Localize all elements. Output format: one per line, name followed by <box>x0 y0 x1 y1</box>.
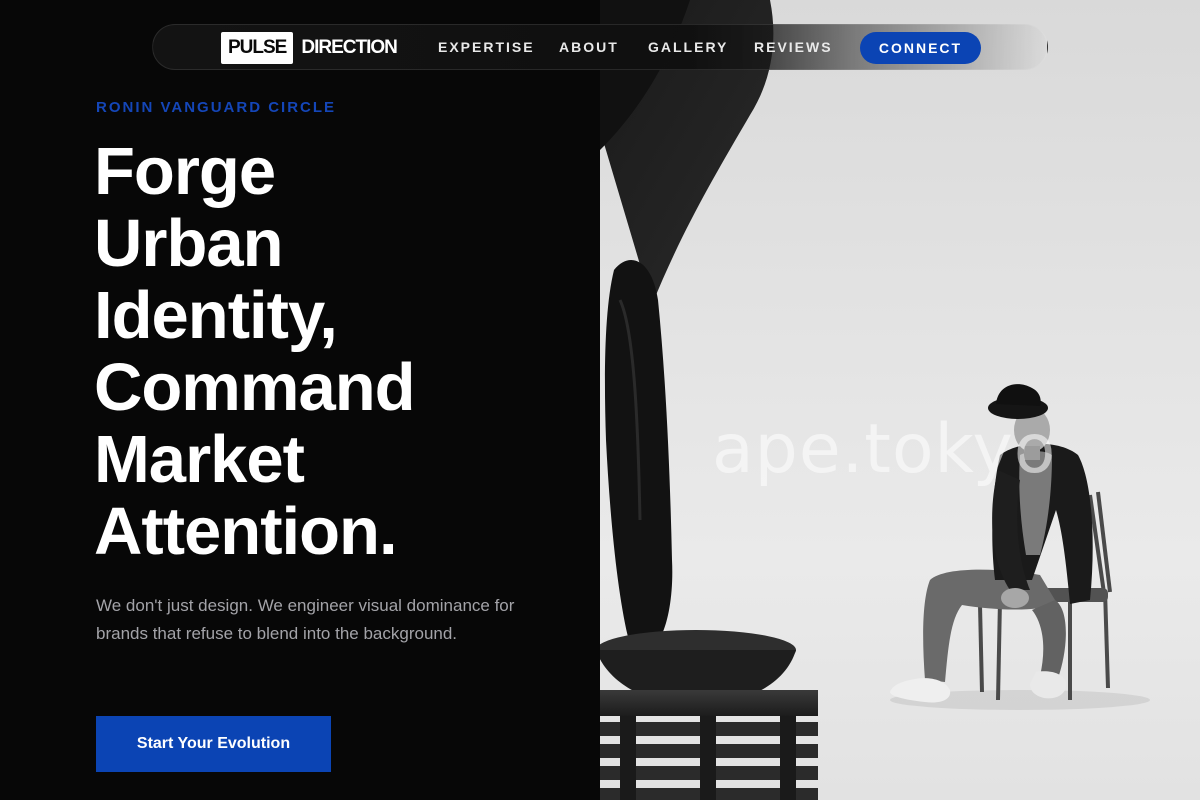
top-nav-bar: PULSE DIRECTION EXPERTISE ABOUT GALLERY … <box>152 24 1048 70</box>
shoe-right <box>1030 671 1067 699</box>
connect-button[interactable]: CONNECT <box>860 32 981 64</box>
nav-link-about[interactable]: ABOUT <box>559 39 619 55</box>
headline-line: Market <box>94 422 305 497</box>
person-legs <box>923 569 1058 682</box>
person-leg-right <box>1032 600 1066 678</box>
person-hand <box>1001 588 1029 608</box>
nav-link-expertise[interactable]: EXPERTISE <box>438 39 535 55</box>
headline-line: Identity, <box>94 278 338 353</box>
logo-box: PULSE <box>221 32 294 64</box>
pallet-post <box>700 716 716 800</box>
nav-link-gallery[interactable]: GALLERY <box>648 39 728 55</box>
headline-line: Attention. <box>94 494 398 569</box>
hat-crown <box>996 384 1041 406</box>
hero-eyebrow: RONIN VANGUARD CIRCLE <box>96 99 337 116</box>
studio-photo-illustration <box>600 0 1150 800</box>
hero-left-panel: RONIN VANGUARD CIRCLE Forge Urban Identi… <box>0 0 600 800</box>
logo[interactable]: PULSE DIRECTION <box>221 32 398 64</box>
hero-headline: Forge Urban Identity, Command Market Att… <box>94 136 574 568</box>
headline-line: Forge <box>94 134 276 209</box>
hero-subtext: We don't just design. We engineer visual… <box>96 596 515 643</box>
start-evolution-button[interactable]: Start Your Evolution <box>96 716 331 772</box>
hero-photo: ape.tokyo <box>600 0 1200 800</box>
headline-line: Command <box>94 350 416 425</box>
pallet-post <box>620 716 636 800</box>
nav-link-reviews[interactable]: REVIEWS <box>754 39 833 55</box>
headline-line: Urban <box>94 206 284 281</box>
watermark-text: ape.tokyo <box>712 410 1057 489</box>
pallet-post <box>780 716 796 800</box>
pallet-top <box>600 690 818 716</box>
logo-word: DIRECTION <box>301 37 397 58</box>
